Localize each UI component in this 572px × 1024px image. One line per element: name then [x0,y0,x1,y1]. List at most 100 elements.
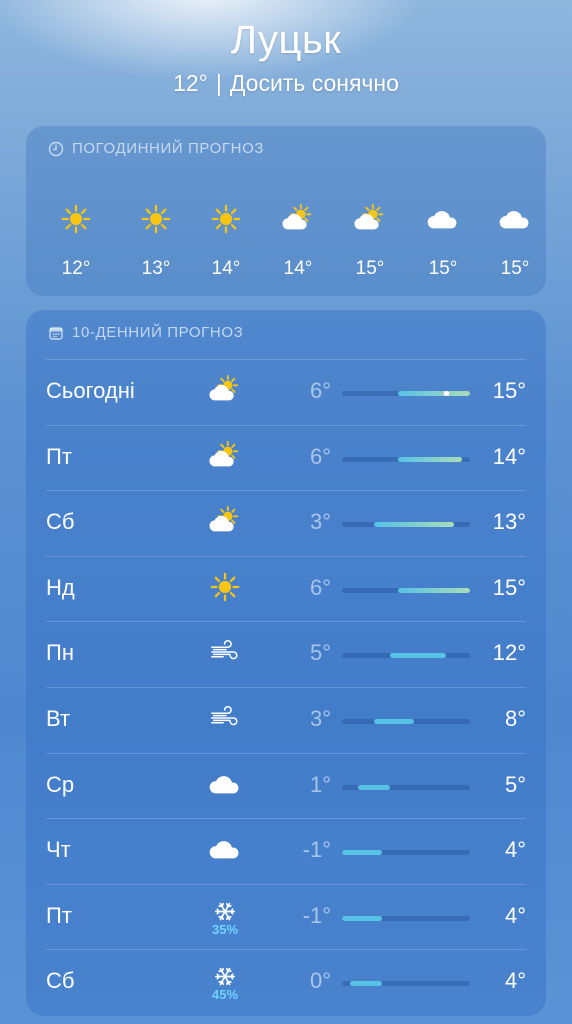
calendar-icon [48,325,64,341]
temperature-range-fill [342,850,382,856]
sun-icon [46,202,106,236]
daily-forecast-card[interactable]: 10-ДЕННИЙ ПРОГНОЗ Сьогодні 6° 15° Пт 6° 14° Сб… [26,310,546,1016]
temperature-range-bar [342,587,470,593]
cloud-icon [485,202,545,236]
temperature-range-bar [342,850,470,856]
separator: | [215,70,222,96]
low-temp: -1° [302,902,331,928]
sun-icon [126,202,186,236]
cloud-icon [204,833,246,871]
hourly-temp: 15° [355,258,385,279]
hourly-item: 15° [413,202,473,280]
temperature-range-bar [342,522,470,528]
sun-icon [204,571,246,609]
day-name: Вт [46,706,71,731]
hourly-item: 14° [268,202,328,280]
partly-cloudy-icon [204,374,246,412]
hourly-item: 13° [126,202,186,280]
day-name: Ср [46,771,75,797]
temperature-range-bar [342,981,470,987]
low-temp: 6° [309,443,331,469]
temperature-range-fill [358,784,390,790]
daily-row[interactable]: Пт 35% -1° 4° [46,883,526,950]
cloud-icon [204,768,246,806]
low-temp: 6° [309,574,331,600]
temperature-range-fill [390,653,446,659]
daily-forecast-label: 10-ДЕННИЙ ПРОГНОЗ [72,324,244,341]
current-condition: Досить сонячно [229,70,399,96]
hourly-temp: 15° [500,258,530,279]
snow-icon: 35% [204,899,246,937]
high-temp: 15° [492,378,526,403]
snow-icon: 45% [204,964,246,1002]
day-name: Пт [46,443,72,469]
day-name: Сб [46,509,75,535]
wind-icon [204,636,246,674]
high-temp: 13° [492,509,526,535]
high-temp: 4° [504,968,526,994]
daily-row[interactable]: Чт -1° 4° [46,818,526,884]
hourly-temp: 13° [141,258,171,279]
hourly-item: 15° [485,202,545,280]
temperature-range-fill [398,391,470,396]
daily-row[interactable]: Пн 5° 12° [46,621,526,687]
current-temperature: 12° [173,70,208,96]
daily-row[interactable]: Сб 45% 0° 4° [46,949,526,1015]
hourly-forecast-label: ПОГОДИННИЙ ПРОГНОЗ [72,140,265,157]
high-temp: 15° [492,574,526,600]
partly-cloudy-icon [204,505,246,543]
hourly-item: 15° [340,202,400,280]
daily-row[interactable]: Ср 1° 5° [46,752,526,819]
temperature-range-bar [342,391,470,396]
low-temp: 6° [309,378,331,403]
temperature-range-bar [342,784,470,790]
low-temp: -1° [302,837,331,863]
partly-cloudy-icon [204,440,246,478]
partly-cloudy-icon [340,202,400,236]
hourly-temp: 12° [61,258,91,279]
hourly-forecast-card[interactable]: ПОГОДИННИЙ ПРОГНОЗ 12° 13° 14° 14° 15° 15° 15° [26,126,546,296]
low-temp: 0° [309,968,331,994]
temperature-range-fill [342,915,382,921]
day-name: Чт [46,837,71,863]
hourly-temp: 14° [283,258,313,279]
temperature-range-fill [398,456,462,462]
day-name: Пн [46,640,74,666]
hourly-item: 14° [196,202,256,280]
high-temp: 4° [504,902,526,928]
temperature-range-bar [342,456,470,462]
current-temperature-dot [442,391,450,396]
day-name: Сьогодні [46,378,135,403]
high-temp: 4° [504,837,526,863]
high-temp: 12° [492,640,526,666]
sun-icon [196,202,256,236]
daily-row[interactable]: Сб 3° 13° [46,490,526,556]
daily-row[interactable]: Сьогодні 6° 15° [46,359,526,425]
partly-cloudy-icon [268,202,328,236]
precipitation-chance: 45% [211,987,239,1003]
clock-icon [48,141,64,157]
low-temp: 3° [309,509,331,535]
daily-row[interactable]: Нд 6° 15° [46,555,526,622]
hourly-item: 12° [46,202,106,280]
high-temp: 5° [504,771,526,797]
daily-row[interactable]: Пт 6° 14° [46,424,526,491]
day-name: Пт [46,902,72,928]
current-conditions: 12° | Досить сонячно [0,70,572,97]
day-name: Сб [46,968,75,994]
temperature-range-bar [342,915,470,921]
low-temp: 3° [309,706,331,731]
day-name: Нд [46,574,75,600]
high-temp: 8° [504,706,526,731]
daily-forecast-title: 10-ДЕННИЙ ПРОГНОЗ [48,324,243,341]
high-temp: 14° [492,443,526,469]
hourly-forecast-title: ПОГОДИННИЙ ПРОГНОЗ [48,140,264,157]
temperature-range-bar [342,653,470,659]
precipitation-chance: 35% [211,921,239,937]
low-temp: 5° [309,640,331,666]
low-temp: 1° [309,771,331,797]
temperature-range-fill [350,981,382,987]
temperature-range-fill [374,522,454,528]
daily-row[interactable]: Вт 3° 8° [46,687,526,753]
cloud-icon [413,202,473,236]
